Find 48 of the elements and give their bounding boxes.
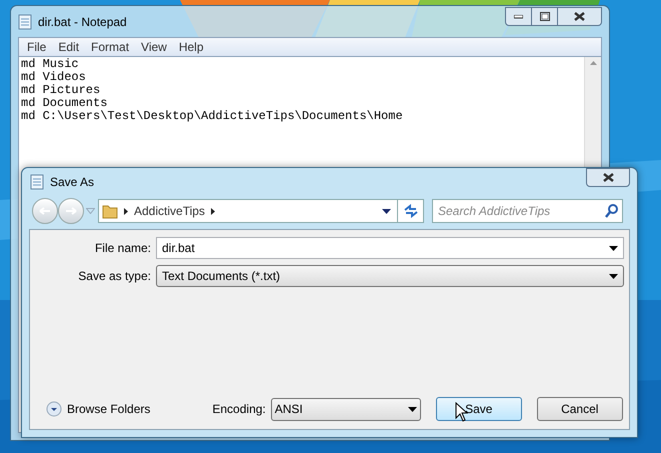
close-button[interactable]: [558, 7, 602, 26]
close-icon: [602, 173, 614, 182]
back-arrow-icon: [39, 207, 51, 215]
text-line: md Documents: [21, 97, 108, 110]
minimize-button[interactable]: [505, 7, 532, 26]
dropdown-arrow-icon: [609, 274, 618, 278]
dialog-title: Save As: [50, 174, 94, 191]
dropdown-arrow-icon: [609, 246, 618, 250]
maximize-icon: [540, 12, 550, 21]
menu-item[interactable]: File: [21, 38, 52, 56]
cancel-button[interactable]: Cancel: [536, 397, 623, 421]
field-label: File name:: [94, 240, 152, 257]
address-bar[interactable]: AddictiveTips: [98, 199, 398, 223]
minimize-icon: [514, 14, 523, 18]
text-line: md Videos: [21, 71, 86, 84]
search-icon: [605, 204, 619, 218]
maximize-button[interactable]: [532, 7, 558, 26]
menu-item[interactable]: Edit: [52, 38, 86, 56]
chevron-right-icon: [124, 208, 128, 214]
encoding-label: Encoding:: [212, 401, 266, 418]
save-button[interactable]: Save: [436, 397, 522, 421]
expand-circle-icon: [46, 401, 62, 417]
search-field[interactable]: Search AddictiveTips: [432, 199, 623, 223]
field-label: Save as type:: [77, 268, 152, 285]
notepad-icon: [30, 174, 44, 190]
menu-item[interactable]: View: [135, 38, 173, 56]
notepad-icon: [18, 14, 32, 30]
text-line: md Pictures: [21, 84, 100, 97]
forward-arrow-icon: [65, 207, 77, 215]
dropdown-arrow-icon: [408, 406, 417, 412]
close-icon: [574, 12, 585, 21]
chevron-right-icon: [210, 208, 215, 214]
breadcrumb[interactable]: AddictiveTips: [134, 202, 205, 220]
browse-folders-toggle[interactable]: Browse Folders: [46, 400, 150, 418]
menu-item[interactable]: Help: [172, 38, 210, 56]
text-line: md C:\Users\Test\Desktop\AddictiveTips\Documents\Home: [21, 110, 403, 123]
folder-icon: [102, 203, 118, 219]
close-button[interactable]: [586, 168, 630, 187]
menu-item[interactable]: Format: [85, 38, 136, 56]
dropdown-arrow-icon: [382, 208, 391, 214]
encoding-dropdown[interactable]: ANSI: [270, 398, 421, 420]
refresh-arrows-icon: [402, 204, 418, 218]
text-line: md Music: [21, 58, 79, 71]
filename-field[interactable]: dir.bat: [156, 237, 624, 259]
type-dropdown[interactable]: Text Documents (*.txt): [156, 265, 624, 287]
window-title: dir.bat - Notepad: [38, 14, 127, 30]
scroll-up-icon: [590, 61, 596, 65]
refresh-button[interactable]: [398, 199, 424, 223]
